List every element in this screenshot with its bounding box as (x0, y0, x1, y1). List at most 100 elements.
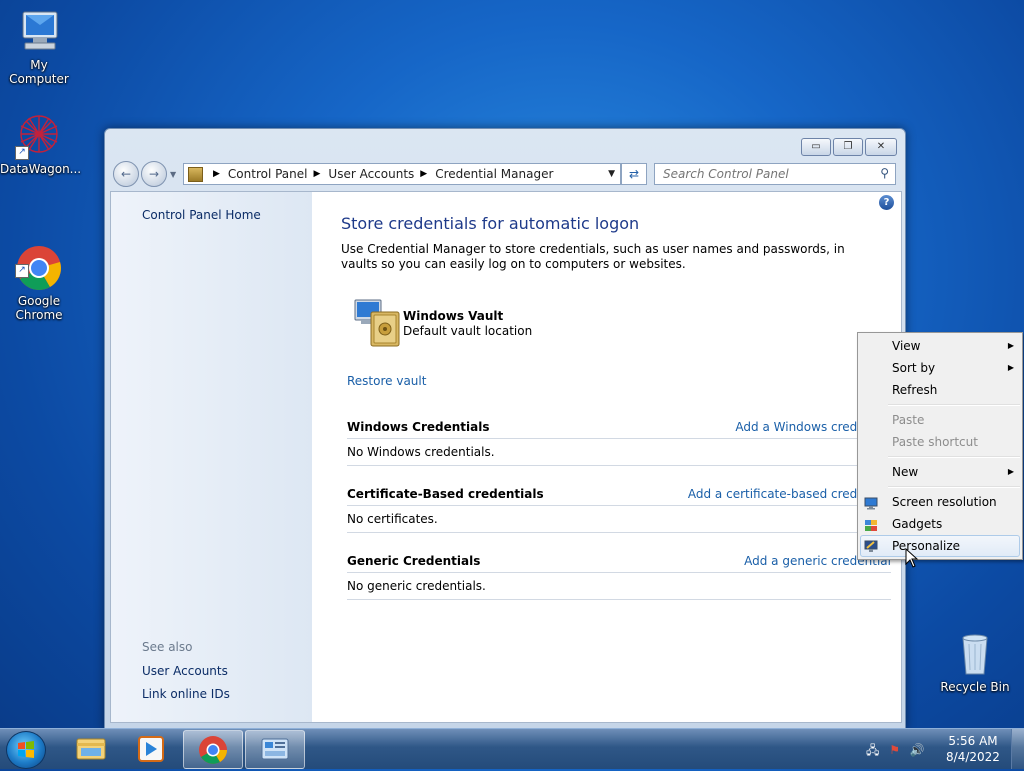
menu-separator (888, 404, 1020, 406)
refresh-button[interactable]: ⇄ (621, 163, 647, 185)
chrome-icon (199, 736, 227, 764)
menu-item-sort-by[interactable]: Sort by ▶ (858, 357, 1022, 379)
breadcrumb-control-panel[interactable]: Control Panel (228, 167, 308, 181)
windows-explorer-icon (76, 738, 106, 760)
taskbar-media-player[interactable] (122, 730, 180, 767)
help-icon[interactable]: ? (879, 195, 894, 210)
content-area: Control Panel Home See also User Account… (110, 191, 902, 723)
navigation-buttons: ← → ▼ (113, 161, 176, 187)
forward-button[interactable]: → (141, 161, 167, 187)
desktop-icon-my-computer[interactable]: My Computer (0, 8, 78, 86)
section-title: Generic Credentials (347, 554, 481, 568)
menu-item-screen-resolution[interactable]: Screen resolution (858, 491, 1022, 513)
desktop-icon-google-chrome[interactable]: ↗ Google Chrome (0, 216, 78, 336)
clock-date: 8/4/2022 (946, 750, 1000, 764)
menu-item-label: Screen resolution (892, 495, 997, 509)
control-panel-icon (188, 166, 203, 182)
breadcrumb-arrow-icon[interactable]: ▶ (314, 169, 321, 179)
section-empty-text: No generic credentials. (347, 573, 891, 600)
menu-item-gadgets[interactable]: Gadgets (858, 513, 1022, 535)
submenu-arrow-icon: ▶ (1007, 363, 1014, 372)
search-input[interactable] (661, 164, 875, 184)
menu-separator (888, 486, 1020, 488)
shortcut-arrow-icon: ↗ (15, 146, 29, 160)
search-box[interactable]: ⚲ (654, 163, 896, 185)
restore-vault-link[interactable]: Restore vault (347, 374, 426, 388)
credential-manager-window[interactable]: ▭ ❐ ✕ ← → ▼ ▶ Control Panel ▶ User Accou… (104, 128, 906, 730)
system-tray: 🖧 ⚑ 🔊 (866, 741, 925, 762)
taskbar-windows-explorer[interactable] (62, 730, 120, 767)
sidebar: Control Panel Home See also User Account… (111, 192, 312, 722)
maximize-button[interactable]: ❐ (833, 138, 863, 156)
section-title: Windows Credentials (347, 420, 490, 434)
submenu-arrow-icon: ▶ (1007, 341, 1014, 350)
desktop-icon-label: My Computer (9, 58, 69, 86)
control-panel-home-link[interactable]: Control Panel Home (142, 208, 261, 222)
network-icon[interactable]: 🖧 (866, 743, 879, 757)
page-description: Use Credential Manager to store credenti… (341, 242, 845, 271)
back-button[interactable]: ← (113, 161, 139, 187)
section-header: Certificate-Based credentials Add a cert… (347, 481, 891, 506)
action-center-flag-icon[interactable]: ⚑ (889, 743, 900, 757)
page-title: Store credentials for automatic logon (341, 214, 640, 233)
user-accounts-link[interactable]: User Accounts (142, 664, 228, 678)
media-player-icon (138, 736, 164, 762)
section-empty-text: No Windows credentials. (347, 439, 891, 466)
computer-icon (15, 8, 63, 56)
breadcrumb-user-accounts[interactable]: User Accounts (328, 167, 414, 181)
taskbar: 🖧 ⚑ 🔊 5:56 AM 8/4/2022 (0, 728, 1024, 769)
menu-item-label: Gadgets (892, 517, 943, 531)
menu-separator (888, 456, 1020, 458)
breadcrumb-credential-manager[interactable]: Credential Manager (435, 167, 553, 181)
shortcut-arrow-icon: ↗ (15, 264, 29, 278)
chrome-icon: ↗ (15, 230, 63, 290)
start-button[interactable] (6, 731, 46, 769)
menu-item-view[interactable]: View ▶ (858, 335, 1022, 357)
taskbar-google-chrome[interactable] (183, 730, 243, 769)
link-online-ids-link[interactable]: Link online IDs (142, 687, 230, 701)
menu-item-refresh[interactable]: Refresh (858, 379, 1022, 401)
menu-item-label: Sort by (892, 361, 936, 375)
monitor-icon (864, 495, 878, 510)
desktop-icon-label: Google Chrome (15, 294, 63, 322)
breadcrumb-arrow-icon[interactable]: ▶ (213, 169, 220, 179)
taskbar-clock[interactable]: 5:56 AM 8/4/2022 (936, 733, 1010, 765)
section-header: Windows Credentials Add a Windows creden… (347, 414, 891, 439)
section-empty-text: No certificates. (347, 506, 891, 533)
close-button[interactable]: ✕ (865, 138, 897, 156)
personalize-icon (864, 539, 878, 552)
desktop-icon-datawagon[interactable]: ↗ DataWagon... (0, 112, 82, 176)
recent-pages-dropdown-icon[interactable]: ▼ (170, 170, 176, 179)
desktop-icon-recycle-bin[interactable]: Recycle Bin (936, 630, 1014, 694)
vault-name[interactable]: Windows Vault (403, 309, 503, 323)
desktop-icon-label: Recycle Bin (940, 680, 1010, 694)
show-desktop-button[interactable] (1011, 729, 1024, 769)
breadcrumb-arrow-icon[interactable]: ▶ (420, 169, 427, 179)
minimize-button[interactable]: ▭ (801, 138, 831, 156)
address-dropdown-icon[interactable]: ▼ (608, 169, 615, 179)
menu-item-label: Paste (892, 413, 925, 427)
menu-item-label: Personalize (892, 539, 961, 553)
datawagon-icon: ↗ (15, 112, 63, 160)
desktop-icon-label: DataWagon... (0, 162, 82, 176)
menu-item-paste: Paste (858, 409, 1022, 431)
address-bar[interactable]: ▶ Control Panel ▶ User Accounts ▶ Creden… (183, 163, 621, 185)
certificate-credentials-section: Certificate-Based credentials Add a cert… (347, 481, 891, 533)
main-panel: ? Store credentials for automatic logon … (341, 192, 901, 722)
taskbar-control-panel[interactable] (245, 730, 305, 769)
menu-item-label: New (892, 465, 919, 479)
windows-vault-icon[interactable] (353, 296, 403, 348)
see-also-heading: See also (142, 640, 193, 654)
vault-description: Default vault location (403, 324, 533, 338)
menu-item-label: Paste shortcut (892, 435, 978, 449)
menu-item-personalize[interactable]: Personalize (860, 535, 1020, 557)
menu-item-new[interactable]: New ▶ (858, 461, 1022, 483)
windows-credentials-section: Windows Credentials Add a Windows creden… (347, 414, 891, 466)
menu-item-paste-shortcut: Paste shortcut (858, 431, 1022, 453)
volume-icon[interactable]: 🔊 (910, 743, 925, 757)
menu-item-label: Refresh (892, 383, 938, 397)
search-icon[interactable]: ⚲ (880, 166, 889, 180)
menu-item-label: View (892, 339, 921, 353)
desktop-context-menu: View ▶ Sort by ▶ Refresh Paste Paste sho… (857, 332, 1023, 560)
window-controls: ▭ ❐ ✕ (801, 138, 897, 156)
